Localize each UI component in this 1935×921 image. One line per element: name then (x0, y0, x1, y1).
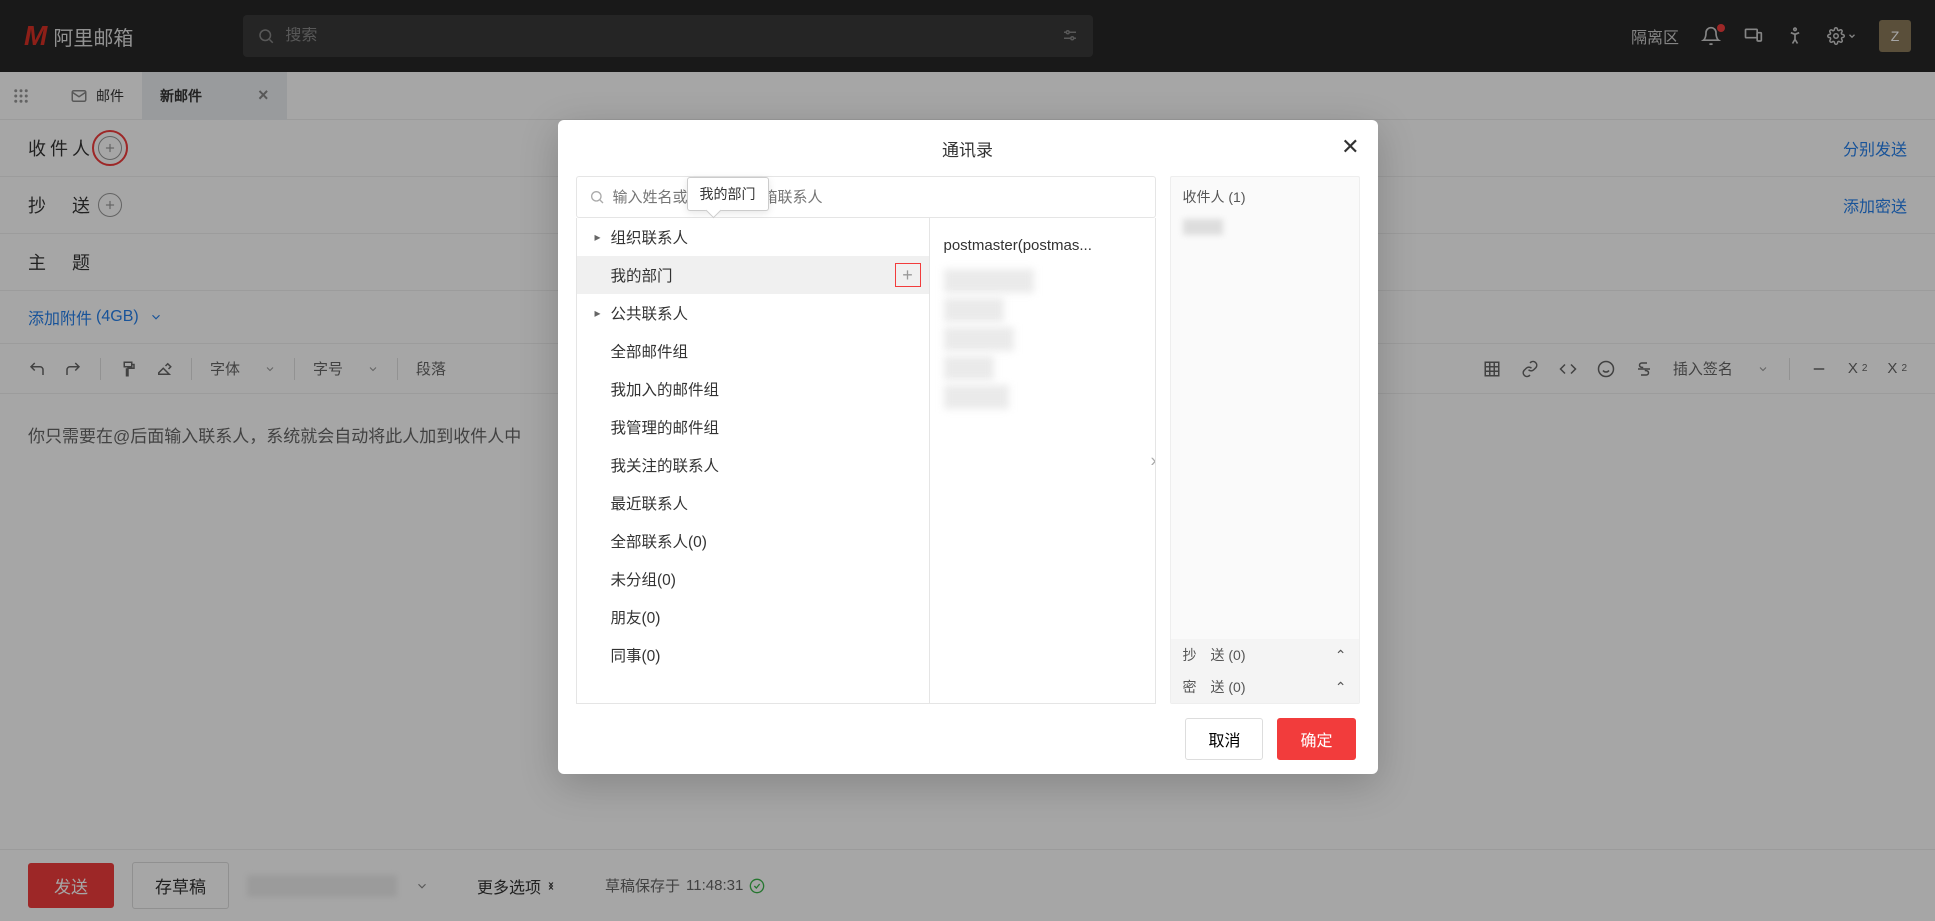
redacted-item (944, 356, 994, 380)
contacts-modal: 通讯录 ✕ 我的部门 ▸组织联系人我的部门+▸公共联系人全部邮件组我加入的邮件组… (558, 120, 1378, 774)
contact-list: postmaster(postmas... › (930, 218, 1155, 703)
tree-item[interactable]: 全部联系人(0) (577, 522, 929, 560)
tree-item[interactable]: ▸ 组织联系人 (577, 218, 929, 256)
tree-item-label: 全部联系人(0) (611, 530, 707, 552)
tree-item-label: 最近联系人 (611, 492, 689, 514)
close-icon[interactable]: ✕ (1341, 134, 1359, 160)
tree-item-label: 全部邮件组 (611, 340, 689, 362)
chevron-up-icon: ⌃ (1335, 679, 1347, 696)
recipients-header[interactable]: 收件人 (1) (1171, 181, 1359, 213)
tree-item[interactable]: 最近联系人 (577, 484, 929, 522)
tree-item[interactable]: 未分组(0) (577, 560, 929, 598)
tree-item-label: 我关注的联系人 (611, 454, 720, 476)
redacted-recipient (1183, 219, 1223, 235)
modal-footer: 取消 确定 (558, 704, 1378, 774)
cc-header[interactable]: 抄 送 (0) ⌃ (1171, 639, 1359, 671)
tree-item-label: 我的部门 (611, 264, 673, 286)
tree-item-label: 未分组(0) (611, 568, 676, 590)
category-tree: ▸ 组织联系人我的部门 + ▸ 公共联系人全部邮件组我加入的邮件组我管理的邮件组我关注的… (577, 218, 930, 703)
tree-item-label: 组织联系人 (611, 226, 689, 248)
caret-right-icon: ▸ (595, 306, 605, 320)
list-item[interactable]: postmaster(postmas... (944, 226, 1141, 264)
tree-item[interactable]: 朋友(0) (577, 598, 929, 636)
add-department-button[interactable]: + (895, 263, 921, 287)
cancel-button[interactable]: 取消 (1185, 718, 1263, 760)
tree-item[interactable]: 我加入的邮件组 (577, 370, 929, 408)
tree-item[interactable]: ▸ 公共联系人 (577, 294, 929, 332)
tooltip: 我的部门 (687, 177, 769, 211)
tree-item-label: 朋友(0) (611, 606, 661, 628)
redacted-item (944, 269, 1034, 293)
chevron-right-icon[interactable]: › (1151, 450, 1155, 471)
tree-item[interactable]: 同事(0) (577, 636, 929, 674)
chevron-up-icon: ⌃ (1335, 647, 1347, 664)
redacted-item (944, 385, 1009, 409)
tree-item[interactable]: 我管理的邮件组 (577, 408, 929, 446)
tree-item-label: 同事(0) (611, 644, 661, 666)
tree-item-label: 公共联系人 (611, 302, 689, 324)
tree-item-label: 我管理的邮件组 (611, 416, 720, 438)
modal-search[interactable]: 我的部门 (576, 176, 1156, 218)
tree-item[interactable]: 我关注的联系人 (577, 446, 929, 484)
search-icon (589, 189, 605, 205)
tree-item[interactable]: 我的部门 + (577, 256, 929, 294)
redacted-item (944, 298, 1004, 322)
caret-right-icon: ▸ (595, 230, 605, 244)
bcc-header[interactable]: 密 送 (0) ⌃ (1171, 671, 1359, 703)
modal-overlay: 通讯录 ✕ 我的部门 ▸组织联系人我的部门+▸公共联系人全部邮件组我加入的邮件组… (0, 0, 1935, 921)
tree-item-label: 我加入的邮件组 (611, 378, 720, 400)
tree-item[interactable]: 全部邮件组 (577, 332, 929, 370)
redacted-item (944, 327, 1014, 351)
ok-button[interactable]: 确定 (1277, 718, 1355, 760)
modal-title: 通讯录 (942, 136, 993, 161)
modal-header: 通讯录 ✕ (558, 120, 1378, 176)
selected-panel: 收件人 (1) 抄 送 (0) ⌃ 密 送 (0) ⌃ (1170, 176, 1360, 704)
